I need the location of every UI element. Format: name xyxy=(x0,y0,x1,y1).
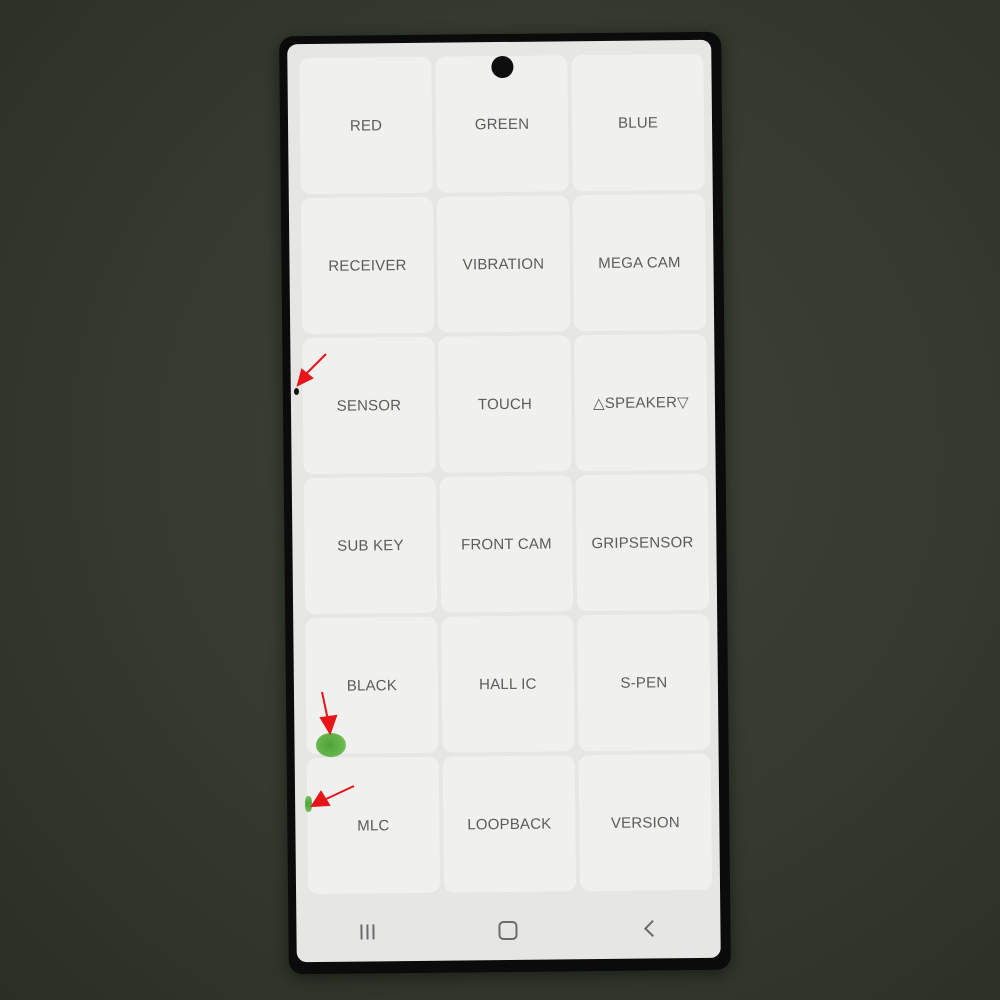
annotation-arrows xyxy=(296,353,355,808)
arrow-edge-dot xyxy=(296,353,327,387)
arrow-green-spot-small xyxy=(310,785,355,808)
arrow-green-spot-large xyxy=(319,691,338,736)
